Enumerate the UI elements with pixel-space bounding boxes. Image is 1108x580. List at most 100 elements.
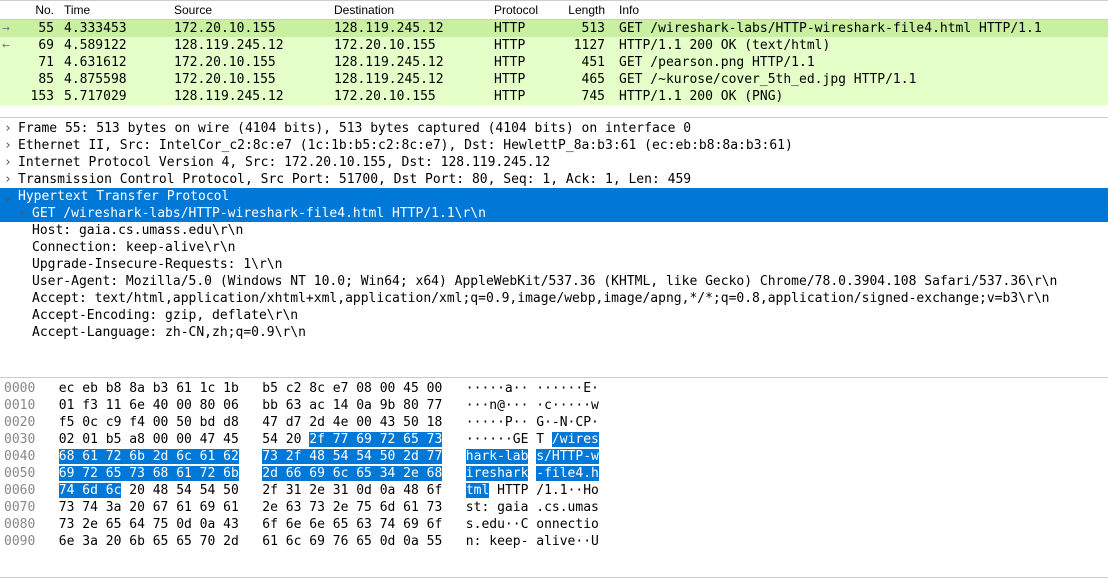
hex-offset: 0040 [4,449,35,464]
hex-ascii-1: tml HTTP [466,483,529,498]
hex-bytes-1: ec eb b8 8a b3 61 1c 1b [59,381,239,396]
cell-destination: 128.119.245.12 [330,20,490,38]
cell-no: 153 [20,88,60,105]
cell-time: 5.717029 [60,88,170,105]
hex-ascii-2: ······E· [528,381,598,396]
tree-http-request-line[interactable]: ›GET /wireshark-labs/HTTP-wireshark-file… [0,205,1108,222]
arrow-icon [0,88,20,105]
hex-ascii-1: st: gaia [466,500,529,515]
hex-ascii-1: ·····P·· [466,415,529,430]
tree-tcp[interactable]: ›Transmission Control Protocol, Src Port… [0,171,1108,188]
hex-bytes-1: 68 61 72 6b 2d 6c 61 62 [59,449,239,464]
hex-ascii-1: ······GE [466,432,529,447]
cell-length: 1127 [560,37,615,54]
cell-source: 172.20.10.155 [170,54,330,71]
hex-ascii-2: alive··U [528,534,598,549]
hex-bytes-1: 6e 3a 20 6b 65 65 70 2d [59,534,239,549]
packet-list-pane[interactable]: No. Time Source Destination Protocol Len… [0,0,1108,118]
col-length[interactable]: Length [560,1,615,20]
tree-http-user-agent[interactable]: User-Agent: Mozilla/5.0 (Windows NT 10.0… [0,273,1108,290]
hex-bytes-2: 2d 66 69 6c 65 34 2e 68 [262,466,442,481]
cell-time: 4.333453 [60,20,170,38]
hex-ascii-1: ireshark [466,466,529,481]
tree-http[interactable]: ⌄Hypertext Transfer Protocol [0,188,1108,205]
hex-offset: 0050 [4,466,35,481]
tree-http-accept-encoding[interactable]: Accept-Encoding: gzip, deflate\r\n [0,307,1108,324]
cell-source: 172.20.10.155 [170,20,330,38]
hex-ascii-2: ·c·····w [528,398,598,413]
cell-length: 451 [560,54,615,71]
hex-ascii-1: hark-lab [466,449,529,464]
hex-row[interactable]: 0080 73 2e 65 64 75 0d 0a 43 6f 6e 6e 65… [0,516,1108,533]
tree-frame[interactable]: ›Frame 55: 513 bytes on wire (4104 bits)… [0,120,1108,137]
cell-protocol: HTTP [490,37,560,54]
col-no[interactable]: No. [20,1,60,20]
hex-ascii-2: G·-N·CP· [528,415,598,430]
hex-row[interactable]: 0030 02 01 b5 a8 00 00 47 45 54 20 2f 77… [0,431,1108,448]
hex-ascii-1: ···n@··· [466,398,529,413]
tree-http-accept[interactable]: Accept: text/html,application/xhtml+xml,… [0,290,1108,307]
hex-row[interactable]: 0040 68 61 72 6b 2d 6c 61 62 73 2f 48 54… [0,448,1108,465]
tree-http-uir[interactable]: Upgrade-Insecure-Requests: 1\r\n [0,256,1108,273]
hex-row[interactable]: 0010 01 f3 11 6e 40 00 80 06 bb 63 ac 14… [0,397,1108,414]
hex-bytes-2: 2f 31 2e 31 0d 0a 48 6f [262,483,442,498]
header-row[interactable]: No. Time Source Destination Protocol Len… [0,1,1108,20]
col-time[interactable]: Time [60,1,170,20]
hex-ascii-2: -file4.h [528,466,598,481]
cell-time: 4.631612 [60,54,170,71]
packet-details-pane[interactable]: ›Frame 55: 513 bytes on wire (4104 bits)… [0,118,1108,378]
hex-row[interactable]: 0090 6e 3a 20 6b 65 65 70 2d 61 6c 69 76… [0,533,1108,550]
chevron-right-icon: › [4,137,18,154]
packet-row[interactable]: 1535.717029128.119.245.12172.20.10.155HT… [0,88,1108,105]
hex-offset: 0020 [4,415,35,430]
hex-bytes-2: bb 63 ac 14 0a 9b 80 77 [262,398,442,413]
hex-bytes-2: 6f 6e 6e 65 63 74 69 6f [262,517,442,532]
cell-protocol: HTTP [490,88,560,105]
hex-offset: 0060 [4,483,35,498]
col-source[interactable]: Source [170,1,330,20]
tree-http-host[interactable]: Host: gaia.cs.umass.edu\r\n [0,222,1108,239]
chevron-right-icon: › [4,120,18,137]
packet-row[interactable]: →554.333453172.20.10.155128.119.245.12HT… [0,20,1108,38]
hex-ascii-2: s/HTTP-w [528,449,598,464]
hex-ascii-1: s.edu··C [466,517,529,532]
hex-bytes-2: 61 6c 69 76 65 0d 0a 55 [262,534,442,549]
cell-no: 85 [20,71,60,88]
cell-info: GET /~kurose/cover_5th_ed.jpg HTTP/1.1 [615,71,1108,88]
packet-row[interactable]: 714.631612172.20.10.155128.119.245.12HTT… [0,54,1108,71]
hex-offset: 0070 [4,500,35,515]
cell-no: 69 [20,37,60,54]
cell-protocol: HTTP [490,71,560,88]
cell-source: 128.119.245.12 [170,88,330,105]
tree-http-accept-language[interactable]: Accept-Language: zh-CN,zh;q=0.9\r\n [0,324,1108,341]
hex-row[interactable]: 0060 74 6d 6c 20 48 54 54 50 2f 31 2e 31… [0,482,1108,499]
hex-bytes-1: 73 74 3a 20 67 61 69 61 [59,500,239,515]
hex-bytes-1: 01 f3 11 6e 40 00 80 06 [59,398,239,413]
hex-offset: 0000 [4,381,35,396]
hex-row[interactable]: 0070 73 74 3a 20 67 61 69 61 2e 63 73 2e… [0,499,1108,516]
cell-source: 172.20.10.155 [170,71,330,88]
tree-ethernet[interactable]: ›Ethernet II, Src: IntelCor_c2:8c:e7 (1c… [0,137,1108,154]
chevron-right-icon: › [18,205,32,222]
col-info[interactable]: Info [615,1,1108,20]
hex-row[interactable]: 0020 f5 0c c9 f4 00 50 bd d8 47 d7 2d 4e… [0,414,1108,431]
col-destination[interactable]: Destination [330,1,490,20]
hex-bytes-2: 54 20 2f 77 69 72 65 73 [262,432,442,447]
hex-row[interactable]: 0050 69 72 65 73 68 61 72 6b 2d 66 69 6c… [0,465,1108,482]
arrow-icon [0,54,20,71]
hex-bytes-1: 02 01 b5 a8 00 00 47 45 [59,432,239,447]
cell-time: 4.589122 [60,37,170,54]
packet-row[interactable]: ←694.589122128.119.245.12172.20.10.155HT… [0,37,1108,54]
packet-list-table[interactable]: No. Time Source Destination Protocol Len… [0,0,1108,105]
cell-protocol: HTTP [490,20,560,38]
hex-offset: 0030 [4,432,35,447]
tree-ip[interactable]: ›Internet Protocol Version 4, Src: 172.2… [0,154,1108,171]
col-protocol[interactable]: Protocol [490,1,560,20]
chevron-down-icon: ⌄ [4,188,18,205]
tree-http-connection[interactable]: Connection: keep-alive\r\n [0,239,1108,256]
cell-info: GET /pearson.png HTTP/1.1 [615,54,1108,71]
packet-bytes-pane[interactable]: 0000 ec eb b8 8a b3 61 1c 1b b5 c2 8c e7… [0,378,1108,578]
cell-time: 4.875598 [60,71,170,88]
hex-row[interactable]: 0000 ec eb b8 8a b3 61 1c 1b b5 c2 8c e7… [0,380,1108,397]
packet-row[interactable]: 854.875598172.20.10.155128.119.245.12HTT… [0,71,1108,88]
